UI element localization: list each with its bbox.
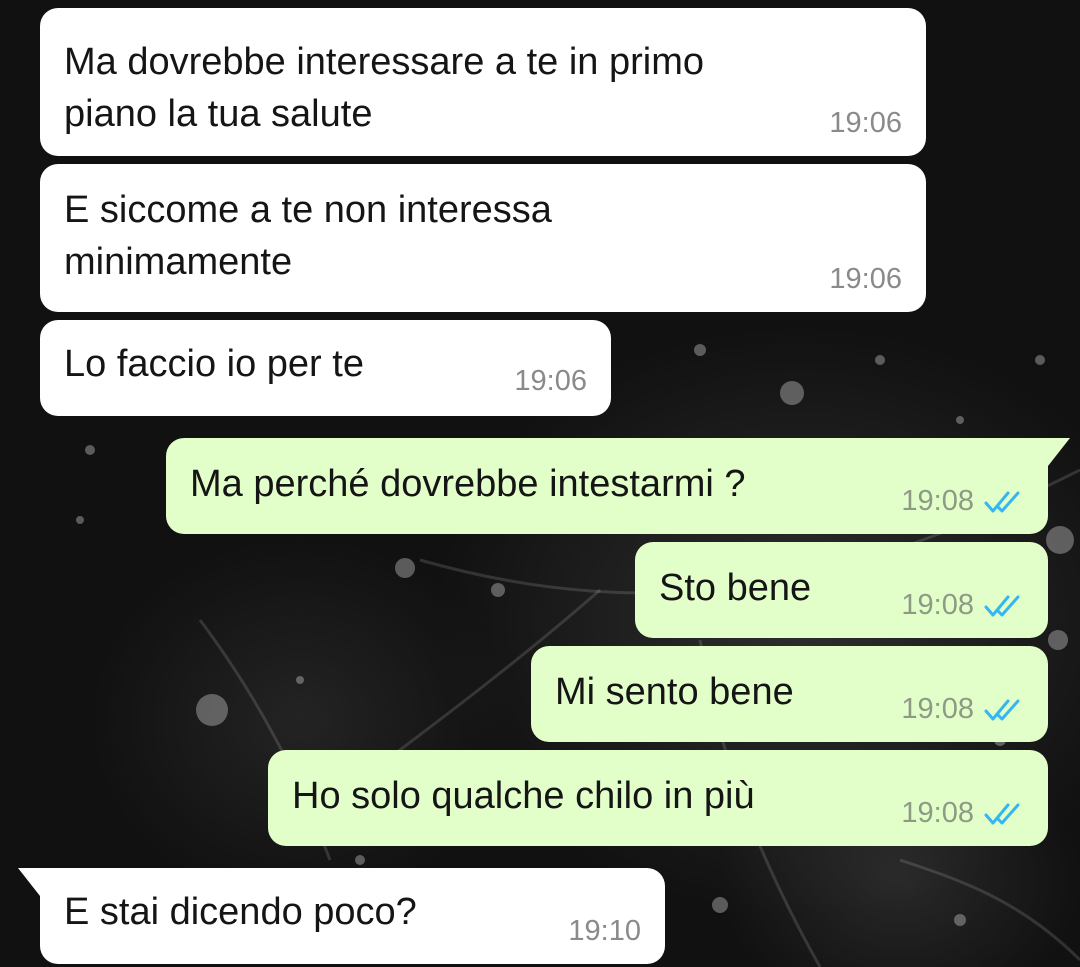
message-bubble-incoming[interactable]: E siccome a te non interessa minimamente… — [40, 164, 926, 312]
message-text: E stai dicendo poco? — [64, 891, 417, 933]
message-bubble-incoming[interactable]: Ma dovrebbe interessare a te in primo pi… — [40, 8, 926, 156]
message-bubble-outgoing[interactable]: Ma perché dovrebbe intestarmi ? 19:08 — [166, 438, 1070, 534]
double-check-icon — [984, 803, 1020, 824]
message-meta: 19:06 — [829, 107, 902, 140]
message-bubble-incoming[interactable]: E stai dicendo poco? 19:10 — [18, 868, 665, 964]
message-meta: 19:08 — [901, 797, 1024, 830]
message-bubble-outgoing[interactable]: Mi sento bene 19:08 — [531, 646, 1048, 742]
message-text: E siccome a te non interessa minimamente — [64, 189, 552, 283]
message-text: Lo faccio io per te — [64, 343, 364, 385]
double-check-icon — [984, 491, 1020, 512]
message-bubble-incoming[interactable]: Lo faccio io per te 19:06 — [40, 320, 611, 416]
message-text: Ma perché dovrebbe intestarmi ? — [190, 463, 746, 505]
bubble-tail — [1030, 438, 1070, 466]
message-meta: 19:10 — [568, 915, 641, 948]
message-meta: 19:06 — [829, 263, 902, 296]
message-time: 19:10 — [568, 915, 641, 947]
message-meta: 19:08 — [901, 693, 1024, 726]
message-text: Ma dovrebbe interessare a te in primo pi… — [64, 41, 704, 135]
message-text: Ho solo qualche chilo in più — [292, 775, 755, 817]
message-meta: 19:08 — [901, 589, 1024, 622]
chat-window: Ma dovrebbe interessare a te in primo pi… — [0, 0, 1080, 967]
message-text: Sto bene — [659, 567, 812, 609]
message-time: 19:06 — [829, 263, 902, 295]
message-time: 19:08 — [901, 797, 974, 829]
message-time: 19:08 — [901, 589, 974, 621]
message-meta: 19:06 — [514, 365, 587, 398]
double-check-icon — [984, 699, 1020, 720]
message-meta: 19:08 — [901, 485, 1024, 518]
bubble-tail — [18, 868, 58, 896]
message-bubble-outgoing[interactable]: Ho solo qualche chilo in più 19:08 — [268, 750, 1048, 846]
message-bubble-outgoing[interactable]: Sto bene 19:08 — [635, 542, 1048, 638]
message-time: 19:06 — [829, 107, 902, 139]
message-time: 19:06 — [514, 365, 587, 397]
message-time: 19:08 — [901, 693, 974, 725]
double-check-icon — [984, 595, 1020, 616]
message-time: 19:08 — [901, 485, 974, 517]
message-text: Mi sento bene — [555, 671, 794, 713]
